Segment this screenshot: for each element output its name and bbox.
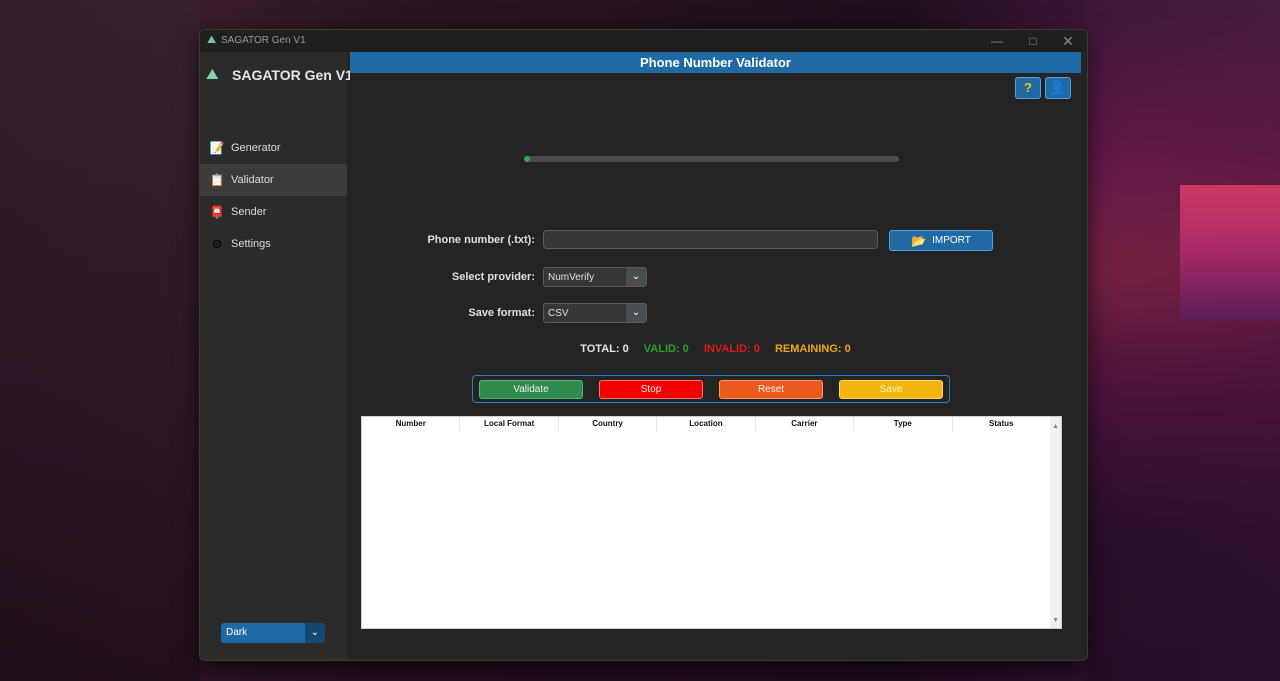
- theme-dropdown[interactable]: Dark ⌄: [221, 623, 325, 643]
- stats-bar: TOTAL: 0 VALID: 0 INVALID: 0 REMAINING: …: [350, 343, 1081, 355]
- import-button[interactable]: 📂 IMPORT: [889, 230, 993, 251]
- sidebar-brand: ⛰ SAGATOR Gen V1: [206, 66, 353, 83]
- page-header: Phone Number Validator: [350, 52, 1081, 73]
- app-window: ⛰ SAGATOR Gen V1 — □ ✕ ⛰ SAGATOR Gen V1 …: [199, 29, 1088, 661]
- brand-name: SAGATOR Gen V1: [232, 66, 353, 83]
- reset-button[interactable]: Reset: [719, 380, 823, 399]
- progress-fill: [524, 156, 530, 162]
- settings-icon: ⚙: [211, 237, 223, 251]
- column-header-type[interactable]: Type: [854, 417, 953, 431]
- generator-icon: 📝: [209, 141, 225, 155]
- sidebar-item-label: Generator: [231, 142, 281, 154]
- maximize-button[interactable]: □: [1018, 32, 1048, 50]
- user-profile-icon[interactable]: 👤: [1045, 77, 1071, 99]
- phone-file-input[interactable]: [543, 230, 878, 249]
- provider-label: Select provider:: [451, 271, 535, 283]
- provider-dropdown[interactable]: NumVerify ⌄: [543, 267, 647, 287]
- close-button[interactable]: ✕: [1053, 32, 1083, 50]
- window-title: SAGATOR Gen V1: [221, 35, 306, 46]
- save-format-dropdown[interactable]: CSV ⌄: [543, 303, 647, 323]
- chevron-down-icon[interactable]: ⌄: [626, 304, 646, 322]
- wallpaper-left-room: [0, 0, 200, 681]
- sidebar-item-label: Settings: [231, 238, 271, 250]
- help-icon[interactable]: ?: [1015, 77, 1041, 99]
- scroll-down-icon[interactable]: ▼: [1050, 617, 1061, 624]
- save-button[interactable]: Save: [839, 380, 943, 399]
- column-header-number[interactable]: Number: [362, 417, 461, 431]
- action-button-group: Validate Stop Reset Save: [472, 375, 950, 403]
- page-title: Phone Number Validator: [640, 55, 791, 70]
- chevron-down-icon[interactable]: ⌄: [305, 623, 325, 643]
- import-label: IMPORT: [932, 235, 971, 246]
- folder-icon: 📂: [911, 233, 927, 248]
- sidebar-item-validator[interactable]: 📋 Validator: [200, 164, 347, 196]
- sidebar-item-generator[interactable]: 📝 Generator: [200, 132, 347, 164]
- phone-number-label: Phone number (.txt):: [427, 234, 535, 246]
- sidebar-item-sender[interactable]: 📮 Sender: [200, 196, 347, 228]
- column-header-country[interactable]: Country: [559, 417, 658, 431]
- save-format-value: CSV: [548, 308, 569, 319]
- sidebar-item-label: Sender: [231, 206, 267, 218]
- results-table[interactable]: Number Local Format Country Location Car…: [361, 416, 1062, 629]
- minimize-button[interactable]: —: [982, 32, 1012, 50]
- wallpaper-right-room: [1086, 0, 1280, 681]
- stat-remaining: REMAINING: 0: [774, 343, 851, 355]
- column-header-carrier[interactable]: Carrier: [756, 417, 855, 431]
- column-header-local-format[interactable]: Local Format: [460, 417, 559, 431]
- stop-button[interactable]: Stop: [599, 380, 703, 399]
- sidebar-item-settings[interactable]: ⚙ Settings: [200, 228, 347, 260]
- app-logo-icon: ⛰: [207, 34, 217, 46]
- theme-value: Dark: [226, 627, 248, 638]
- column-header-status[interactable]: Status: [953, 417, 1051, 431]
- table-scrollbar[interactable]: ▲ ▼: [1050, 417, 1061, 628]
- provider-value: NumVerify: [548, 272, 595, 283]
- sidebar-item-label: Validator: [231, 174, 274, 186]
- stat-valid: VALID: 0: [643, 343, 689, 355]
- table-header: Number Local Format Country Location Car…: [362, 417, 1051, 431]
- brand-logo-icon: ⛰: [206, 66, 219, 83]
- stat-total: TOTAL: 0: [580, 343, 629, 355]
- save-format-label: Save format:: [468, 307, 535, 319]
- main-panel: Phone Number Validator ? 👤 Phone number …: [350, 52, 1087, 660]
- stat-invalid: INVALID: 0: [703, 343, 760, 355]
- chevron-down-icon[interactable]: ⌄: [626, 268, 646, 286]
- sender-icon: 📮: [209, 205, 225, 219]
- title-bar[interactable]: ⛰ SAGATOR Gen V1 — □ ✕: [200, 30, 1087, 52]
- validator-icon: 📋: [209, 173, 225, 187]
- column-header-location[interactable]: Location: [657, 417, 756, 431]
- sidebar: ⛰ SAGATOR Gen V1 📝 Generator 📋 Validator…: [200, 52, 353, 660]
- scroll-up-icon[interactable]: ▲: [1050, 423, 1061, 430]
- progress-bar: [524, 156, 899, 162]
- wallpaper-window: [1180, 185, 1280, 320]
- validate-button[interactable]: Validate: [479, 380, 583, 399]
